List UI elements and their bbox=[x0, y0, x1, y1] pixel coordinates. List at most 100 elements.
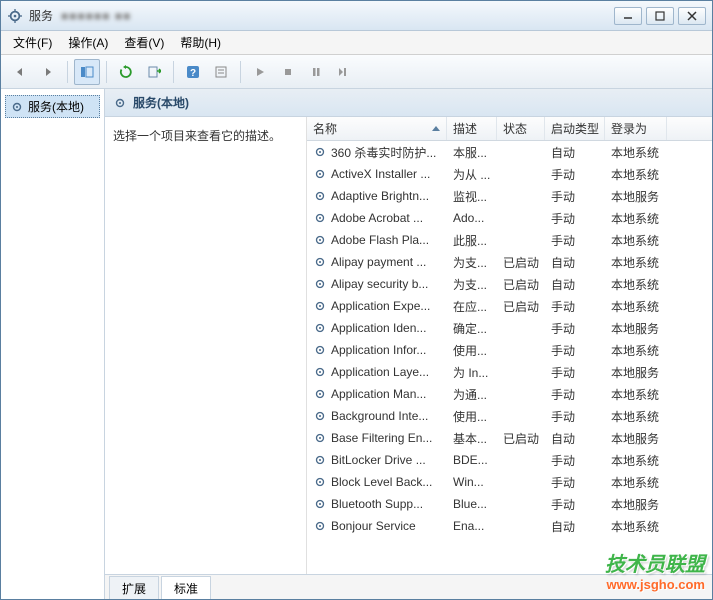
service-desc-cell: 为从 ... bbox=[447, 164, 497, 185]
service-row[interactable]: Alipay security b...为支...已启动自动本地系统 bbox=[307, 273, 712, 295]
service-desc-cell: 基本... bbox=[447, 428, 497, 449]
service-logon-cell: 本地系统 bbox=[605, 450, 667, 471]
service-logon-cell: 本地系统 bbox=[605, 142, 667, 163]
service-row[interactable]: Base Filtering En...基本...已启动自动本地服务 bbox=[307, 427, 712, 449]
service-row[interactable]: Application Iden...确定...手动本地服务 bbox=[307, 317, 712, 339]
service-row[interactable]: Application Infor...使用...手动本地系统 bbox=[307, 339, 712, 361]
menu-file[interactable]: 文件(F) bbox=[7, 32, 58, 53]
menu-view[interactable]: 查看(V) bbox=[118, 32, 170, 53]
service-row[interactable]: Bonjour ServiceEna...自动本地系统 bbox=[307, 515, 712, 537]
service-row[interactable]: Application Laye...为 In...手动本地服务 bbox=[307, 361, 712, 383]
menu-help[interactable]: 帮助(H) bbox=[174, 32, 227, 53]
service-logon-cell: 本地系统 bbox=[605, 516, 667, 537]
column-name[interactable]: 名称 bbox=[307, 117, 447, 140]
restart-service-button[interactable] bbox=[331, 59, 357, 85]
service-desc-cell: 本服... bbox=[447, 142, 497, 163]
service-row[interactable]: ActiveX Installer ...为从 ...手动本地系统 bbox=[307, 163, 712, 185]
menu-action[interactable]: 操作(A) bbox=[62, 32, 114, 53]
service-name-cell: Bluetooth Supp... bbox=[307, 495, 447, 513]
service-row[interactable]: Adobe Acrobat ...Ado...手动本地系统 bbox=[307, 207, 712, 229]
service-row[interactable]: Alipay payment ...为支...已启动自动本地系统 bbox=[307, 251, 712, 273]
gear-icon bbox=[313, 497, 327, 511]
gear-icon bbox=[313, 167, 327, 181]
gear-icon bbox=[313, 343, 327, 357]
service-status-cell bbox=[497, 458, 545, 462]
gear-icon bbox=[313, 189, 327, 203]
service-start-cell: 手动 bbox=[545, 208, 605, 229]
service-status-cell bbox=[497, 216, 545, 220]
service-desc-cell: 监视... bbox=[447, 186, 497, 207]
service-name-cell: Application Expe... bbox=[307, 297, 447, 315]
services-window: 服务 ■■■■■■ ■■ 文件(F) 操作(A) 查看(V) 帮助(H) ? bbox=[0, 0, 713, 600]
service-desc-cell: 为 In... bbox=[447, 362, 497, 383]
service-logon-cell: 本地系统 bbox=[605, 274, 667, 295]
service-logon-cell: 本地系统 bbox=[605, 164, 667, 185]
stop-service-button[interactable] bbox=[275, 59, 301, 85]
service-logon-cell: 本地系统 bbox=[605, 472, 667, 493]
service-row[interactable]: Block Level Back...Win...手动本地系统 bbox=[307, 471, 712, 493]
service-desc-cell: 使用... bbox=[447, 406, 497, 427]
column-description[interactable]: 描述 bbox=[447, 117, 497, 140]
service-logon-cell: 本地系统 bbox=[605, 406, 667, 427]
gear-icon bbox=[313, 453, 327, 467]
service-start-cell: 手动 bbox=[545, 362, 605, 383]
close-button[interactable] bbox=[678, 7, 706, 25]
service-name-cell: Application Man... bbox=[307, 385, 447, 403]
service-name-cell: Adobe Flash Pla... bbox=[307, 231, 447, 249]
column-status[interactable]: 状态 bbox=[497, 117, 545, 140]
show-hide-tree-button[interactable] bbox=[74, 59, 100, 85]
gear-icon bbox=[313, 387, 327, 401]
service-start-cell: 自动 bbox=[545, 274, 605, 295]
service-row[interactable]: Application Man...为通...手动本地系统 bbox=[307, 383, 712, 405]
service-row[interactable]: Adobe Flash Pla...此服...手动本地系统 bbox=[307, 229, 712, 251]
service-row[interactable]: 360 杀毒实时防护...本服...自动本地系统 bbox=[307, 141, 712, 163]
properties-button[interactable] bbox=[208, 59, 234, 85]
service-row[interactable]: BitLocker Drive ...BDE...手动本地系统 bbox=[307, 449, 712, 471]
export-list-button[interactable] bbox=[141, 59, 167, 85]
back-button[interactable] bbox=[7, 59, 33, 85]
service-logon-cell: 本地服务 bbox=[605, 186, 667, 207]
service-list[interactable]: 360 杀毒实时防护...本服...自动本地系统ActiveX Installe… bbox=[307, 141, 712, 574]
service-status-cell bbox=[497, 150, 545, 154]
service-desc-cell: Ado... bbox=[447, 209, 497, 227]
maximize-button[interactable] bbox=[646, 7, 674, 25]
service-status-cell: 已启动 bbox=[497, 428, 545, 449]
service-row[interactable]: Background Inte...使用...手动本地系统 bbox=[307, 405, 712, 427]
service-start-cell: 自动 bbox=[545, 516, 605, 537]
service-list-pane: 名称 描述 状态 启动类型 登录为 360 杀毒实时防护...本服...自动本地… bbox=[307, 117, 712, 574]
service-status-cell: 已启动 bbox=[497, 274, 545, 295]
column-startup-type[interactable]: 启动类型 bbox=[545, 117, 605, 140]
service-name-cell: Adobe Acrobat ... bbox=[307, 209, 447, 227]
start-service-button[interactable] bbox=[247, 59, 273, 85]
service-start-cell: 手动 bbox=[545, 186, 605, 207]
service-row[interactable]: Application Expe...在应...已启动手动本地系统 bbox=[307, 295, 712, 317]
toolbar: ? bbox=[1, 55, 712, 89]
tree-root-item[interactable]: 服务(本地) bbox=[5, 95, 100, 118]
service-start-cell: 手动 bbox=[545, 494, 605, 515]
gear-icon bbox=[113, 96, 127, 110]
service-name-cell: Alipay payment ... bbox=[307, 253, 447, 271]
gear-icon bbox=[313, 409, 327, 423]
description-pane: 选择一个项目来查看它的描述。 bbox=[105, 117, 307, 574]
tab-standard[interactable]: 标准 bbox=[161, 576, 211, 599]
help-button[interactable]: ? bbox=[180, 59, 206, 85]
pause-service-button[interactable] bbox=[303, 59, 329, 85]
service-status-cell bbox=[497, 502, 545, 506]
title-blurred-text: ■■■■■■ ■■ bbox=[61, 9, 131, 23]
service-row[interactable]: Bluetooth Supp...Blue...手动本地服务 bbox=[307, 493, 712, 515]
service-name-cell: 360 杀毒实时防护... bbox=[307, 142, 447, 163]
column-logon-as[interactable]: 登录为 bbox=[605, 117, 667, 140]
minimize-button[interactable] bbox=[614, 7, 642, 25]
service-logon-cell: 本地系统 bbox=[605, 230, 667, 251]
window-title: 服务 bbox=[29, 7, 53, 24]
title-bar[interactable]: 服务 ■■■■■■ ■■ bbox=[1, 1, 712, 31]
service-name-cell: Base Filtering En... bbox=[307, 429, 447, 447]
service-name-cell: BitLocker Drive ... bbox=[307, 451, 447, 469]
service-start-cell: 自动 bbox=[545, 428, 605, 449]
service-start-cell: 手动 bbox=[545, 406, 605, 427]
tab-extended[interactable]: 扩展 bbox=[109, 576, 159, 599]
refresh-button[interactable] bbox=[113, 59, 139, 85]
forward-button[interactable] bbox=[35, 59, 61, 85]
service-start-cell: 手动 bbox=[545, 340, 605, 361]
service-row[interactable]: Adaptive Brightn...监视...手动本地服务 bbox=[307, 185, 712, 207]
